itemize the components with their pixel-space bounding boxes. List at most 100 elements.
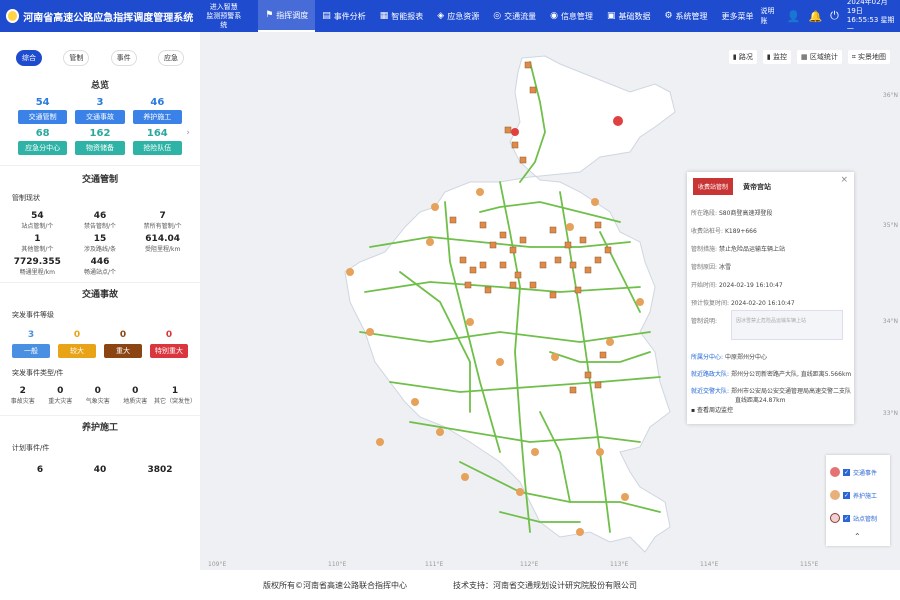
info-value: 冰雪 (718, 264, 731, 271)
type-label: 地质灾害 (123, 398, 148, 405)
control-stat: 7 禁所有管制/个 (131, 211, 194, 230)
longitude-label: 111°E (425, 561, 444, 568)
info-value: 禁止危险品运输车辆上站 (718, 246, 785, 253)
user-menu[interactable]: 说明账 (761, 6, 779, 26)
info-value: 2024-02-19 16:10:47 (718, 282, 783, 289)
resource-icon: ◈ (437, 11, 445, 21)
traffic-police-key: 就近交警大队: (691, 388, 730, 395)
control-stat: 7729.355 畅通里程/km (6, 257, 69, 276)
checkbox-icon[interactable]: ✓ (843, 468, 850, 476)
event-levels: 3 一般 0 较大 0 重大 0 特别重大 (0, 330, 200, 362)
checkbox-icon[interactable]: ✓ (843, 491, 850, 499)
maintenance-button[interactable]: 养护施工 (132, 110, 182, 124)
tab-overall[interactable]: 综合 (16, 50, 42, 66)
level-cell: 0 较大 (54, 330, 100, 362)
date-text: 2024年02月19日 (846, 0, 888, 15)
incident-marker-icon (830, 467, 840, 477)
nav-traffic-flow[interactable]: ◎ 交通流量 (486, 0, 543, 32)
level-subtitle: 突发事件等级 (12, 311, 54, 319)
region-stats-button[interactable]: ▦ 区域统计 (796, 50, 842, 64)
maintenance-title: 养护施工 (81, 423, 118, 433)
chevron-right-icon[interactable]: › (186, 128, 190, 138)
left-panel: 综合 管制 事件 应急 总览 54 交通管制 3 交通事故 46 养护施工 68 应急分… (0, 32, 200, 570)
footer: 版权所有©河南省高速公路联合指挥中心 技术支持：河南省交通规划设计研究院股份有限… (0, 570, 900, 600)
control-subtitle: 管制现状 (12, 194, 40, 202)
nav-label: 更多菜单 (721, 11, 754, 21)
rescue-team-button[interactable]: 抢险队伍 (132, 141, 182, 155)
nav-system[interactable]: ⚙ 系统管理 (657, 0, 714, 32)
nav-event-analysis[interactable]: ▤ 事件分析 (315, 0, 373, 32)
control-stat-value: 7729.355 (13, 257, 61, 267)
stat-cell: 164 抢险队伍 (129, 128, 186, 159)
info-key: 管制措施: (691, 246, 718, 253)
level-general-tag[interactable]: 一般 (12, 344, 50, 358)
nav-dispatch[interactable]: ⚑ 指挥调度 (258, 0, 316, 32)
level-serious-tag[interactable]: 重大 (104, 344, 142, 358)
nav-label: 应急资源 (447, 11, 480, 21)
legend-item-incident[interactable]: ✓ 交通事件 (830, 467, 877, 477)
latitude-label: 35°N (882, 222, 898, 229)
user-icon[interactable]: 👤 (787, 10, 801, 23)
real-scene-map-button[interactable]: ⌗ 实景地图 (847, 50, 890, 64)
level-critical-tag[interactable]: 特别重大 (150, 344, 188, 358)
maintenance-value: 40 (93, 465, 107, 475)
close-icon[interactable]: × (840, 175, 848, 185)
map-view[interactable]: ▮ 路况 ▮ 监控 ▦ 区域统计 ⌗ 实景地图 收费站管制 黄帝宫站 × 所在路… (200, 32, 900, 570)
event-types: 2 事故灾害 0 重大灾害 0 气象灾害 0 地质灾害 1 其它（突发性） (0, 386, 200, 405)
maintenance-marker-icon (830, 490, 840, 500)
control-stat-label: 禁所有管制/个 (143, 223, 182, 230)
nav-reports[interactable]: ▦ 智能报表 (373, 0, 431, 32)
monitoring-portal-link[interactable]: 进入智慧 监测预警系统 (203, 3, 244, 30)
legend-item-maintenance[interactable]: ✓ 养护施工 (830, 490, 877, 500)
road-status-button[interactable]: ▮ 路况 (728, 50, 757, 64)
map-legend: ✓ 交通事件 ✓ 养护施工 ✓ 站点管制 ⌃ (826, 455, 890, 546)
chevron-up-icon[interactable]: ⌃ (854, 532, 861, 541)
nav-more-menu[interactable]: 更多菜单 (715, 0, 761, 32)
control-stat-value: 614.04 (145, 234, 181, 244)
info-row: 管制说明: (691, 316, 717, 325)
main-nav: ⚑ 指挥调度 ▤ 事件分析 ▦ 智能报表 ◈ 应急资源 ◎ 交通流量 ◉ 信息管理 ▣ 基础数… (258, 0, 760, 32)
monitor-button[interactable]: ▮ 监控 (762, 50, 791, 64)
tab-control[interactable]: 管制 (63, 50, 90, 66)
latitude-label: 36°N (882, 92, 898, 99)
traffic-control-button[interactable]: 交通管制 (18, 110, 68, 124)
stat-value: 162 (89, 128, 111, 139)
maintenance-value: 3802 (147, 465, 173, 475)
level-major-tag[interactable]: 较大 (58, 344, 96, 358)
info-row: 管制措施: 禁止危险品运输车辆上站 (691, 244, 785, 253)
control-stat-label: 涉及路线/条 (83, 246, 116, 253)
info-value: K189+666 (724, 228, 757, 235)
nav-resources[interactable]: ◈ 应急资源 (430, 0, 486, 32)
overview-title: 总览 (90, 81, 109, 91)
maintenance-value: 6 (36, 465, 44, 475)
info-key: 收费站桩号: (691, 228, 724, 235)
legend-item-station-control[interactable]: ✓ 站点管制 (830, 513, 877, 523)
tab-emergency[interactable]: 应急 (157, 50, 184, 66)
info-key: 管制原因: (691, 264, 718, 271)
material-reserve-button[interactable]: 物资储备 (75, 141, 125, 155)
checkbox-icon[interactable]: ✓ (843, 514, 850, 522)
stat-value: 46 (150, 97, 165, 108)
traffic-accident-button[interactable]: 交通事故 (75, 110, 125, 124)
toolbar-label: 实景地图 (858, 53, 886, 61)
view-nearby-monitor-link[interactable]: ▪ 查看周边监控 (691, 405, 733, 414)
flag-icon: ⚑ (265, 10, 274, 20)
app-title: 河南省高速公路应急指挥调度管理系统 (23, 12, 194, 24)
info-icon: ◉ (550, 11, 558, 21)
stat-cell: 3 交通事故 (71, 97, 128, 128)
type-label: 其它（突发性） (153, 398, 196, 405)
logo-icon (6, 9, 20, 23)
nav-info-management[interactable]: ◉ 信息管理 (543, 0, 600, 32)
stat-value: 54 (35, 97, 50, 108)
settings-icon: ⚙ (664, 11, 673, 21)
tab-event[interactable]: 事件 (110, 50, 137, 66)
emergency-center-button[interactable]: 应急分中心 (18, 141, 68, 155)
control-stat: 614.04 受阻里程/km (131, 234, 194, 253)
info-value: S80商登高速郑登段 (718, 210, 773, 217)
longitude-label: 114°E (700, 561, 719, 568)
logout-icon[interactable]: ⏻ (830, 9, 839, 23)
control-note-field[interactable]: 因冰雪禁止危险品运输车辆上站 (731, 310, 843, 340)
nav-base-data[interactable]: ▣ 基础数据 (600, 0, 658, 32)
bell-icon[interactable]: 🔔 (808, 10, 822, 23)
longitude-label: 113°E (610, 561, 629, 568)
